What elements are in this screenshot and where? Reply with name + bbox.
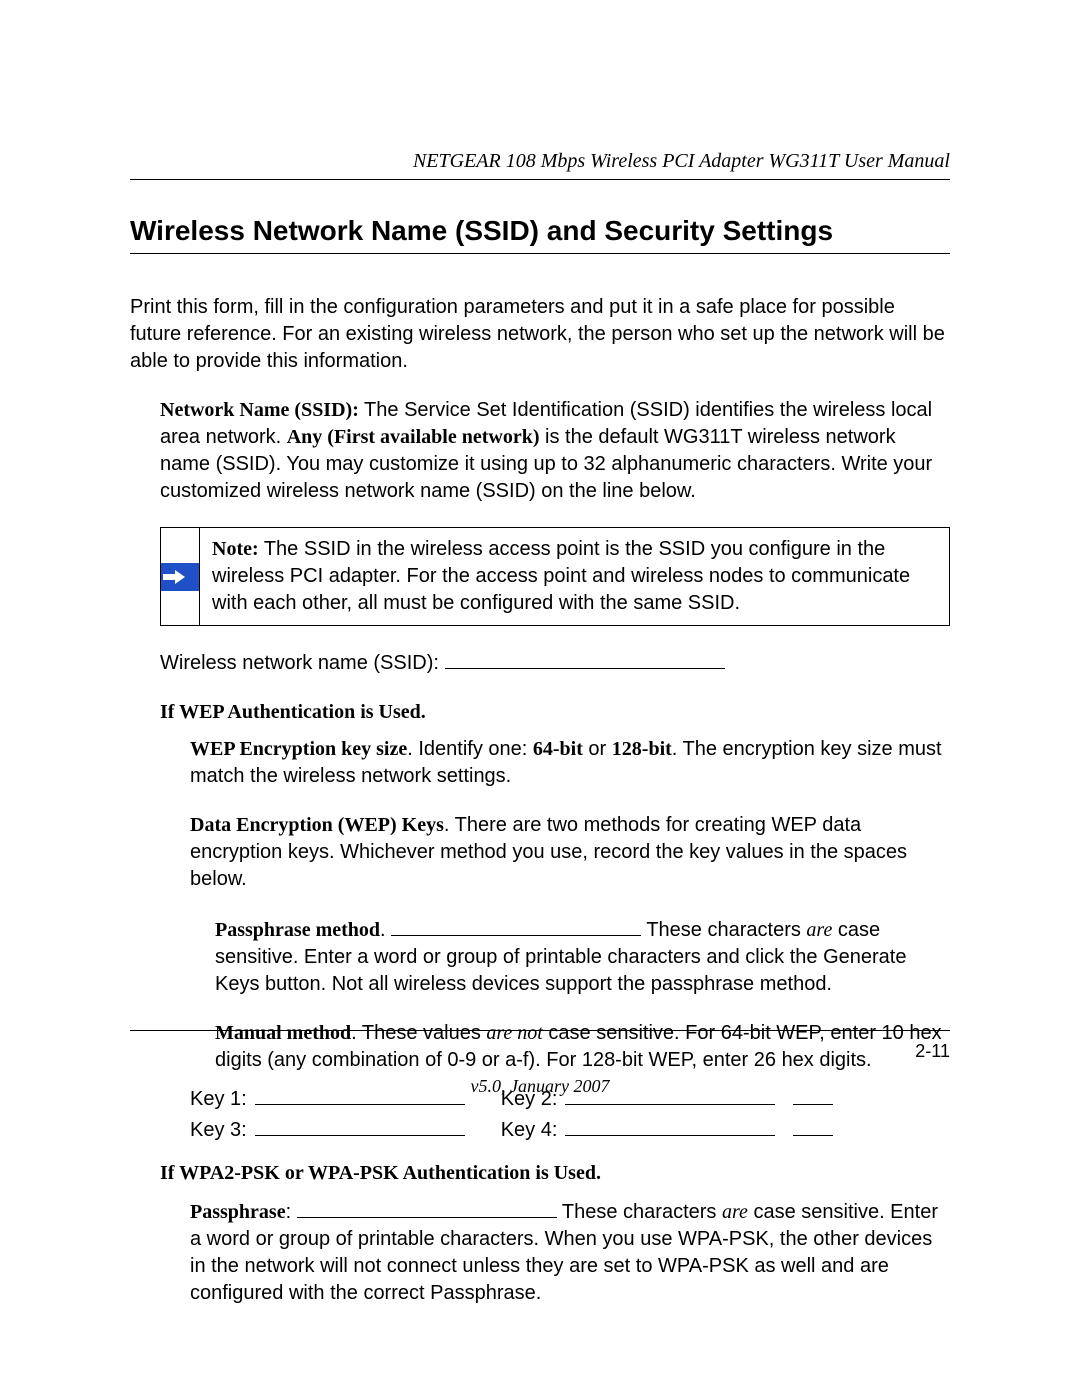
page-number: 2-11 — [130, 1041, 950, 1062]
note-box: Note: The SSID in the wireless access po… — [160, 527, 950, 626]
wep-or: or — [583, 738, 612, 760]
wep-pass-b: These characters — [641, 919, 806, 941]
wpa-are: are — [722, 1201, 748, 1223]
wep-pass-a: . — [380, 919, 391, 941]
footer-rule — [130, 1030, 950, 1031]
wep-pass-label: Passphrase method — [215, 919, 380, 941]
wpa-pass-blank[interactable] — [297, 1197, 557, 1218]
ssid-blank-line: Wireless network name (SSID): — [160, 648, 950, 677]
wpa-pass-label: Passphrase — [190, 1201, 286, 1223]
wpa-b: These characters — [557, 1201, 722, 1223]
heading-rule — [130, 253, 950, 254]
wep-passphrase-paragraph: Passphrase method. These characters are … — [215, 915, 950, 998]
intro-paragraph: Print this form, fill in the configurati… — [130, 294, 950, 375]
key-row-2: Key 3: Key 4: — [190, 1115, 950, 1142]
running-header: NETGEAR 108 Mbps Wireless PCI Adapter WG… — [130, 150, 950, 180]
key4-label: Key 4: — [501, 1119, 558, 1142]
wpa-heading: If WPA2-PSK or WPA-PSK Authentication is… — [160, 1160, 950, 1187]
footer: 2-11 v5.0, January 2007 — [130, 1030, 950, 1097]
note-text: Note: The SSID in the wireless access po… — [200, 528, 949, 625]
wep-data-label: Data Encryption (WEP) Keys — [190, 814, 444, 836]
wep-64bit: 64-bit — [533, 738, 583, 760]
manual-page: NETGEAR 108 Mbps Wireless PCI Adapter WG… — [0, 0, 1080, 1397]
wpa-passphrase-paragraph: Passphrase: These characters are case se… — [190, 1197, 950, 1307]
key4-blank[interactable] — [565, 1115, 775, 1136]
ssid-paragraph: Network Name (SSID): The Service Set Ide… — [160, 397, 950, 505]
ssid-line-label: Wireless network name (SSID): — [160, 652, 445, 674]
wpa-a: : — [286, 1201, 297, 1223]
wep-keysize-paragraph: WEP Encryption key size. Identify one: 6… — [190, 736, 950, 790]
note-body: The SSID in the wireless access point is… — [212, 538, 910, 614]
wep-keysize-label: WEP Encryption key size — [190, 738, 407, 760]
key3-blank[interactable] — [255, 1115, 465, 1136]
note-label: Note: — [212, 538, 259, 560]
key3-label: Key 3: — [190, 1119, 247, 1142]
ssid-label: Network Name (SSID): — [160, 399, 359, 421]
version-line: v5.0, January 2007 — [130, 1076, 950, 1097]
wep-heading: If WEP Authentication is Used. — [160, 699, 950, 726]
wep-pass-are: are — [806, 919, 832, 941]
wep-keysize-a: . Identify one: — [407, 738, 533, 760]
wep-data-paragraph: Data Encryption (WEP) Keys. There are tw… — [190, 812, 950, 893]
key4-blank-extra[interactable] — [793, 1115, 833, 1136]
ssid-default: Any (First available network) — [287, 426, 540, 448]
wep-128bit: 128-bit — [612, 738, 672, 760]
wep-pass-blank[interactable] — [391, 915, 641, 936]
arrow-right-icon — [161, 563, 199, 591]
note-icon-cell — [161, 528, 200, 625]
section-heading: Wireless Network Name (SSID) and Securit… — [130, 215, 950, 247]
ssid-blank[interactable] — [445, 648, 725, 669]
